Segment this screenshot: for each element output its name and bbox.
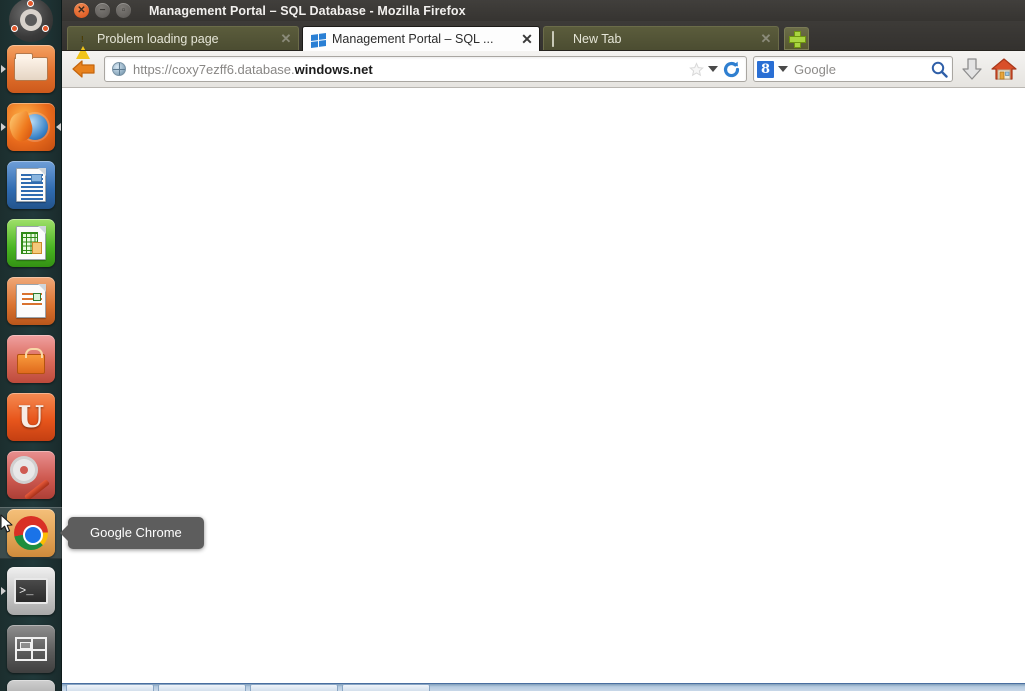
tab-bar: Problem loading page ✕ Management Portal… xyxy=(62,21,1025,59)
google-chrome-icon xyxy=(7,509,55,557)
search-engine-chevron-down-icon[interactable] xyxy=(778,66,788,72)
tab-problem-loading-page[interactable]: Problem loading page ✕ xyxy=(67,26,299,59)
launcher-tooltip: Google Chrome xyxy=(68,517,204,549)
taskbar-button[interactable] xyxy=(342,684,430,691)
launcher-item-ubuntu-dash[interactable] xyxy=(0,0,62,42)
workspace-switcher-icon xyxy=(7,625,55,673)
url-bar-actions xyxy=(689,60,744,79)
tab-label: Problem loading page xyxy=(97,32,219,46)
running-indicator-icon xyxy=(1,65,6,73)
ubuntu-logo-icon xyxy=(7,0,55,44)
google-engine-icon[interactable]: 8 xyxy=(757,60,774,78)
tab-new-tab[interactable]: New Tab ✕ xyxy=(543,26,779,51)
taskbar-button[interactable] xyxy=(158,684,246,691)
tooltip-label: Google Chrome xyxy=(90,525,182,540)
firefox-icon xyxy=(7,103,55,151)
search-bar[interactable]: 8 Google xyxy=(753,56,953,82)
window-title: Management Portal – SQL Database - Mozil… xyxy=(149,3,466,18)
launcher-item-libreoffice-calc[interactable] xyxy=(0,214,62,272)
taskbar-button[interactable] xyxy=(66,684,154,691)
magnifier-icon[interactable] xyxy=(931,61,948,78)
back-button[interactable] xyxy=(70,55,98,83)
download-arrow-icon xyxy=(962,58,982,80)
url-text: https://coxy7ezff6.database.windows.net xyxy=(133,61,373,77)
taskbar-button[interactable] xyxy=(250,684,338,691)
globe-icon xyxy=(112,62,126,76)
downloads-button[interactable] xyxy=(959,55,985,83)
tab-label: Management Portal – SQL ... xyxy=(332,32,494,46)
window-close-button[interactable]: ✕ xyxy=(74,3,89,18)
reload-icon[interactable] xyxy=(722,60,741,79)
blank-page-icon xyxy=(552,30,567,47)
firefox-window: ✕ − ▫ Management Portal – SQL Database -… xyxy=(62,0,1025,691)
navigation-toolbar: https://coxy7ezff6.database.windows.net xyxy=(62,51,1025,88)
ubuntu-one-icon: U xyxy=(7,393,55,441)
tab-close-button[interactable]: ✕ xyxy=(519,31,535,48)
tab-close-button[interactable]: ✕ xyxy=(278,31,294,47)
chevron-down-icon[interactable] xyxy=(708,66,718,72)
bookmark-star-icon[interactable] xyxy=(689,61,704,77)
libreoffice-impress-icon xyxy=(7,277,55,325)
windows-logo-icon xyxy=(311,32,326,48)
maximize-icon: ▫ xyxy=(121,4,126,16)
focused-indicator-icon xyxy=(56,123,61,131)
back-arrow-icon xyxy=(72,60,95,78)
minimize-icon: − xyxy=(99,4,106,16)
launcher-item-terminal[interactable]: >_ xyxy=(0,562,62,620)
close-icon: ✕ xyxy=(77,4,86,16)
tab-management-portal[interactable]: Management Portal – SQL ... ✕ xyxy=(302,26,540,51)
new-tab-button[interactable] xyxy=(784,27,809,50)
warning-triangle-icon xyxy=(76,31,91,59)
launcher-item-system-settings[interactable] xyxy=(0,446,62,504)
window-maximize-button[interactable]: ▫ xyxy=(116,3,131,18)
terminal-icon: >_ xyxy=(7,567,55,615)
window-titlebar: ✕ − ▫ Management Portal – SQL Database -… xyxy=(62,0,1025,21)
mouse-cursor xyxy=(0,514,14,534)
launcher-item-ubuntu-software-center[interactable] xyxy=(0,330,62,388)
unity-launcher: U >_ xyxy=(0,0,62,691)
libreoffice-calc-icon xyxy=(7,219,55,267)
page-content xyxy=(62,88,1025,691)
trash-icon xyxy=(7,680,55,691)
launcher-item-firefox[interactable] xyxy=(0,98,62,156)
plus-icon xyxy=(789,31,806,48)
home-button[interactable] xyxy=(991,55,1017,83)
tab-close-button[interactable]: ✕ xyxy=(758,31,774,47)
launcher-item-files[interactable] xyxy=(0,40,62,98)
tab-label: New Tab xyxy=(573,32,622,46)
window-minimize-button[interactable]: − xyxy=(95,3,110,18)
system-settings-icon xyxy=(7,451,55,499)
launcher-item-libreoffice-writer[interactable] xyxy=(0,156,62,214)
launcher-item-trash[interactable] xyxy=(0,678,62,691)
libreoffice-writer-icon xyxy=(7,161,55,209)
launcher-item-workspace-switcher[interactable] xyxy=(0,620,62,678)
launcher-item-libreoffice-impress[interactable] xyxy=(0,272,62,330)
home-icon xyxy=(991,58,1017,80)
running-indicator-icon xyxy=(1,587,6,595)
desktop-screen: ✕ − ▫ Management Portal – SQL Database -… xyxy=(0,0,1025,691)
launcher-item-ubuntu-one[interactable]: U xyxy=(0,388,62,446)
software-center-icon xyxy=(7,335,55,383)
url-bar[interactable]: https://coxy7ezff6.database.windows.net xyxy=(104,56,747,82)
windows-taskbar-peek xyxy=(62,683,1025,691)
running-indicator-icon xyxy=(1,123,6,131)
search-input[interactable]: Google xyxy=(788,62,931,77)
files-folder-icon xyxy=(7,45,55,93)
